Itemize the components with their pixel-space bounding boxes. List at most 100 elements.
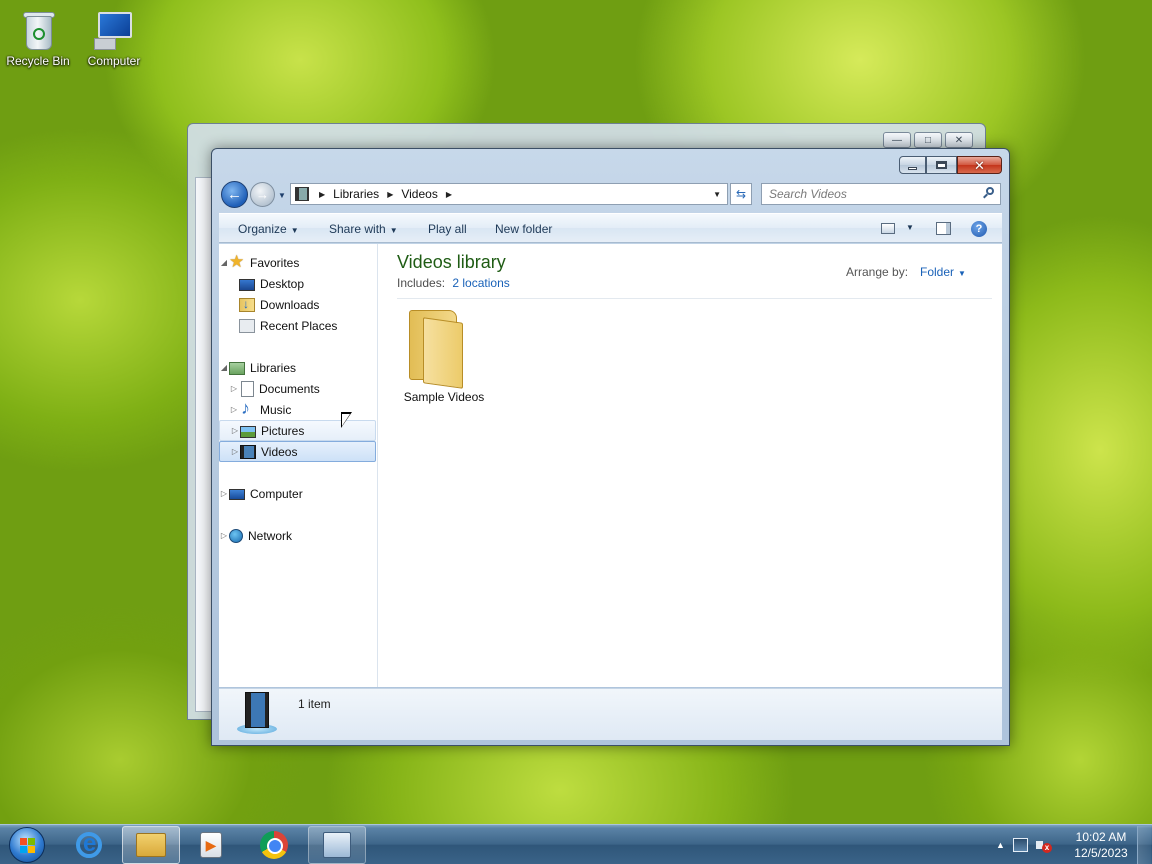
preview-pane-icon[interactable] xyxy=(936,222,951,235)
nav-label: Recent Places xyxy=(260,318,338,333)
breadcrumb-separator[interactable]: ▶ xyxy=(387,190,393,199)
collapsed-icon[interactable]: ▷ xyxy=(229,384,239,393)
file-list[interactable]: Videos library Includes: 2 locations Arr… xyxy=(379,244,1002,687)
minimize-button[interactable] xyxy=(899,156,926,174)
nav-label: Documents xyxy=(259,381,320,396)
folder-icon xyxy=(136,833,166,857)
clock[interactable]: 10:02 AM 12/5/2023 xyxy=(1072,829,1130,861)
search-input[interactable] xyxy=(761,183,1001,205)
nav-pictures[interactable]: ▷ Pictures xyxy=(219,420,376,441)
nav-network[interactable]: ▷ Network xyxy=(219,525,376,546)
breadcrumb-videos[interactable]: Videos xyxy=(401,187,437,201)
volume-muted-icon[interactable]: x xyxy=(1035,838,1052,853)
arrow-left-icon: ← xyxy=(227,186,242,203)
address-bar[interactable]: ▶ Libraries ▶ Videos ▶ ▼ xyxy=(290,183,728,205)
nav-recent-places[interactable]: Recent Places xyxy=(219,315,376,336)
expanded-icon[interactable]: ◢ xyxy=(219,258,229,267)
nav-label: Pictures xyxy=(261,423,305,438)
breadcrumb-separator[interactable]: ▶ xyxy=(319,190,325,199)
pictures-icon xyxy=(240,425,256,438)
nav-label: Music xyxy=(260,402,292,417)
close-button[interactable]: ✕ xyxy=(957,156,1002,174)
library-includes: Includes: 2 locations xyxy=(397,276,510,290)
app-window-icon xyxy=(323,832,351,858)
nav-downloads[interactable]: Downloads xyxy=(219,294,376,315)
taskbar-chrome[interactable] xyxy=(245,826,303,864)
address-history-dropdown[interactable]: ▼ xyxy=(713,190,721,199)
view-options-dropdown[interactable]: ▼ xyxy=(906,223,914,232)
nav-music[interactable]: ▷ Music xyxy=(219,398,376,420)
forward-button[interactable]: → xyxy=(250,182,275,207)
includes-label: Includes: xyxy=(397,276,446,290)
share-with-button[interactable]: Share with ▼ xyxy=(329,222,398,236)
system-tray: ▲ x xyxy=(996,825,1052,864)
search-icon[interactable] xyxy=(983,187,995,199)
collapsed-icon[interactable]: ▷ xyxy=(230,426,240,435)
collapsed-icon[interactable]: ▷ xyxy=(229,405,239,414)
refresh-button[interactable]: ⇆ xyxy=(730,183,752,205)
breadcrumb-separator[interactable]: ▶ xyxy=(446,190,452,199)
nav-computer[interactable]: ▷ Computer xyxy=(219,483,376,504)
show-desktop-button[interactable] xyxy=(1137,826,1151,864)
library-title: Videos library xyxy=(397,252,506,272)
background-window-caption-buttons: — □ ✕ xyxy=(883,132,973,148)
desktop-icon-computer[interactable]: Computer xyxy=(78,2,150,68)
taskbar-media-player[interactable]: ▶ xyxy=(182,826,240,864)
star-icon xyxy=(229,252,245,272)
breadcrumb-libraries[interactable]: Libraries xyxy=(333,187,379,201)
nav-favorites[interactable]: ◢ Favorites xyxy=(219,252,376,273)
nav-label: Favorites xyxy=(250,255,300,270)
back-button[interactable]: ← xyxy=(221,181,248,208)
start-button[interactable] xyxy=(4,826,50,864)
show-hidden-icons-button[interactable]: ▲ xyxy=(996,840,1005,850)
nav-libraries[interactable]: ◢ Libraries xyxy=(219,357,376,378)
arrange-by-dropdown[interactable]: Folder ▼ xyxy=(920,265,966,279)
clock-date: 12/5/2023 xyxy=(1074,846,1128,860)
desktop-icon-recycle-bin[interactable]: Recycle Bin xyxy=(2,2,74,68)
network-icon[interactable] xyxy=(1012,838,1028,852)
refresh-icon: ⇆ xyxy=(735,187,747,201)
taskbar-internet-explorer[interactable] xyxy=(60,826,118,864)
taskbar-windows-explorer[interactable] xyxy=(122,826,180,864)
minimize-icon[interactable]: — xyxy=(883,132,911,148)
explorer-window[interactable]: ✕ ← → ▼ ▶ Libraries ▶ Videos ▶ ▼ ⇆ Organ… xyxy=(211,148,1010,746)
videos-icon xyxy=(240,444,256,459)
recycle-bin-icon xyxy=(18,8,58,52)
nav-videos[interactable]: ▷ Videos xyxy=(219,441,376,462)
nav-label: Videos xyxy=(261,444,298,459)
folder-label: Sample Videos xyxy=(403,390,485,404)
recent-pages-dropdown[interactable]: ▼ xyxy=(278,191,286,200)
network-icon xyxy=(229,528,243,543)
explorer-body: ◢ Favorites Desktop Downloads Recent Pla… xyxy=(219,244,1002,687)
organize-button[interactable]: Organize ▼ xyxy=(238,222,299,236)
nav-label: Libraries xyxy=(250,360,297,375)
close-icon[interactable]: ✕ xyxy=(945,132,973,148)
desktop-icon xyxy=(239,278,255,291)
nav-label: Downloads xyxy=(260,297,320,312)
new-folder-button[interactable]: New folder xyxy=(495,222,552,236)
navigation-pane: ◢ Favorites Desktop Downloads Recent Pla… xyxy=(219,244,378,687)
chrome-icon xyxy=(260,831,288,859)
taskbar-app[interactable] xyxy=(308,826,366,864)
nav-desktop[interactable]: Desktop xyxy=(219,273,376,294)
header-divider xyxy=(397,298,992,299)
recent-places-icon xyxy=(239,318,255,333)
folder-item[interactable]: Sample Videos xyxy=(397,304,497,404)
item-count: 1 item xyxy=(298,697,331,711)
play-all-button[interactable]: Play all xyxy=(428,222,467,236)
change-view-icon[interactable] xyxy=(881,223,895,234)
computer-icon xyxy=(229,488,245,500)
expanded-icon[interactable]: ◢ xyxy=(219,363,229,372)
collapsed-icon[interactable]: ▷ xyxy=(219,531,229,540)
collapsed-icon[interactable]: ▷ xyxy=(230,447,240,456)
collapsed-icon[interactable]: ▷ xyxy=(219,489,229,498)
maximize-button[interactable] xyxy=(926,156,957,174)
library-locations-link[interactable]: 2 locations xyxy=(452,276,509,290)
clock-time: 10:02 AM xyxy=(1075,830,1127,844)
music-icon xyxy=(239,398,255,419)
help-icon[interactable]: ? xyxy=(971,221,987,237)
minimize-icon xyxy=(908,166,917,170)
maximize-icon[interactable]: □ xyxy=(914,132,942,148)
media-player-icon: ▶ xyxy=(200,832,222,858)
nav-documents[interactable]: ▷ Documents xyxy=(219,378,376,399)
